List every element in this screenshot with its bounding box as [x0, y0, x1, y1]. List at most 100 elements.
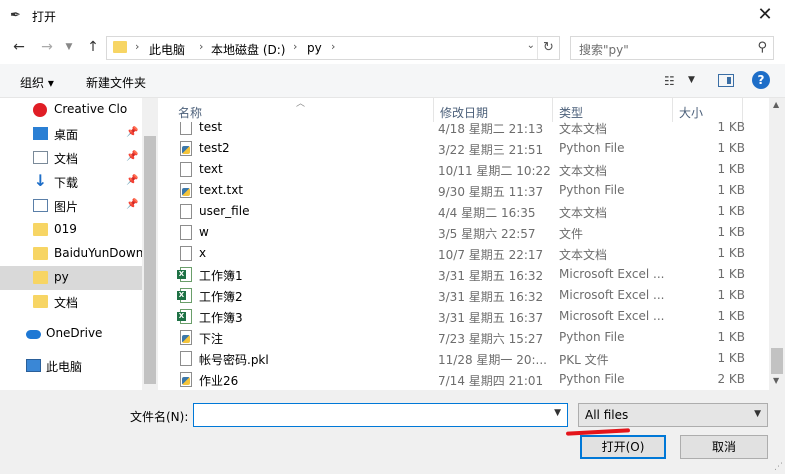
file-type: 文件: [559, 227, 584, 241]
table-row[interactable]: w 3/5 星期六 22:57 文件 1 KB: [158, 222, 769, 243]
address-bar[interactable]: › 此电脑 › 本地磁盘 (D:) › py › ⌄ ↻: [106, 36, 560, 60]
sidebar-item-label: 文档: [54, 152, 79, 166]
navigation-bar: ← → ▼ ↑ › 此电脑 › 本地磁盘 (D:) › py › ⌄ ↻ 搜索"…: [0, 32, 785, 64]
up-arrow-icon[interactable]: ↑: [84, 38, 102, 56]
scroll-down-icon[interactable]: ▼: [773, 376, 779, 385]
view-options-chevron-icon[interactable]: ▼: [688, 75, 695, 85]
breadcrumb-separator-icon[interactable]: ›: [293, 40, 297, 53]
column-header-type[interactable]: 类型: [553, 98, 673, 122]
close-button[interactable]: ✕: [745, 0, 785, 32]
navigation-pane: Creative Clo 桌面 📌 文档 📌 ↓ 下载 📌 图片 📌 019 B…: [0, 98, 158, 390]
sidebar-item-creative-cloud[interactable]: Creative Clo: [0, 98, 142, 122]
file-type: 文本文档: [559, 122, 608, 136]
back-arrow-icon[interactable]: ←: [10, 38, 28, 56]
file-date: 4/4 星期二 16:35: [438, 206, 536, 220]
file-type: Python File: [559, 183, 625, 197]
scrollbar-thumb[interactable]: [144, 136, 156, 384]
download-icon: ↓: [33, 171, 48, 190]
filename-input[interactable]: [198, 406, 543, 424]
table-row[interactable]: test2 3/22 星期三 21:51 Python File 1 KB: [158, 138, 769, 159]
organize-menu-button[interactable]: 组织 ▾: [20, 74, 54, 91]
sidebar-item-py[interactable]: py: [0, 266, 142, 290]
file-list-scrollbar[interactable]: ▲ ▼: [769, 98, 785, 390]
chevron-down-icon[interactable]: ▼: [554, 408, 561, 418]
new-folder-button[interactable]: 新建文件夹: [86, 74, 146, 91]
column-header-name[interactable]: 名称: [172, 98, 434, 122]
file-type: Python File: [559, 372, 625, 386]
file-size: 1 KB: [717, 309, 745, 323]
file-size: 1 KB: [717, 162, 745, 176]
table-row[interactable]: 工作簿3 3/31 星期五 16:37 Microsoft Excel ... …: [158, 306, 769, 327]
column-header-date[interactable]: 修改日期: [434, 98, 553, 122]
address-dropdown-chevron-icon[interactable]: ⌄: [527, 40, 535, 51]
scrollbar-thumb[interactable]: [771, 348, 783, 374]
preview-pane-icon[interactable]: [718, 74, 734, 87]
breadcrumb-separator-icon[interactable]: ›: [199, 40, 203, 53]
pin-icon: 📌: [126, 127, 139, 138]
search-placeholder[interactable]: 搜索"py": [579, 41, 629, 58]
filename-combobox[interactable]: ▼: [193, 403, 568, 427]
generic-file-icon: [180, 225, 192, 240]
table-row[interactable]: 作业26 7/14 星期四 21:01 Python File 2 KB: [158, 369, 769, 390]
sidebar-item-label: OneDrive: [46, 326, 103, 340]
refresh-icon[interactable]: ↻: [537, 37, 559, 59]
breadcrumb-separator-icon[interactable]: ›: [331, 40, 335, 53]
cancel-button[interactable]: 取消: [680, 435, 768, 459]
file-list: ︿ 名称 修改日期 类型 大小 test 4/18 星期二 21:13 文本文档…: [158, 98, 785, 390]
recent-locations-chevron-icon[interactable]: ▼: [60, 38, 78, 56]
file-type-filter-value: All files: [585, 408, 629, 422]
forward-arrow-icon[interactable]: →: [38, 38, 56, 56]
view-details-icon[interactable]: ☷: [664, 74, 675, 88]
table-row[interactable]: test 4/18 星期二 21:13 文本文档 1 KB: [158, 122, 769, 138]
sidebar-item-baiduyundown[interactable]: BaiduYunDown: [0, 242, 144, 266]
file-size: 1 KB: [717, 204, 745, 218]
file-date: 3/22 星期三 21:51: [438, 143, 544, 157]
breadcrumb-py[interactable]: py: [307, 41, 322, 55]
search-box[interactable]: 搜索"py" ⚲: [570, 36, 774, 60]
breadcrumb-this-pc[interactable]: 此电脑: [149, 41, 185, 58]
sidebar-item-onedrive[interactable]: OneDrive: [0, 322, 142, 346]
table-row[interactable]: text 10/11 星期二 10:22 文本文档 1 KB: [158, 159, 769, 180]
table-row[interactable]: x 10/7 星期五 22:17 文本文档 1 KB: [158, 243, 769, 264]
sidebar-item-documents[interactable]: 文档 📌: [0, 146, 142, 170]
breadcrumb-drive-d[interactable]: 本地磁盘 (D:): [211, 41, 285, 58]
table-row[interactable]: user_file 4/4 星期二 16:35 文本文档 1 KB: [158, 201, 769, 222]
file-name: 工作簿3: [199, 311, 243, 325]
sidebar-item-label: 下载: [54, 176, 79, 190]
table-row[interactable]: text.txt 9/30 星期五 11:37 Python File 1 KB: [158, 180, 769, 201]
folder-icon: [33, 271, 48, 284]
file-name: 帐号密码.pkl: [199, 353, 269, 367]
sidebar-item-this-pc[interactable]: 此电脑: [0, 354, 142, 378]
text-file-icon: [180, 204, 192, 219]
sidebar-item-downloads[interactable]: ↓ 下载 📌: [0, 170, 142, 194]
table-row[interactable]: 下注 7/23 星期六 15:27 Python File 1 KB: [158, 327, 769, 348]
python-file-icon: [180, 330, 192, 345]
search-icon[interactable]: ⚲: [757, 40, 767, 55]
chevron-down-icon[interactable]: ▼: [754, 409, 761, 419]
open-button[interactable]: 打开(O): [580, 435, 666, 459]
sidebar-item-desktop[interactable]: 桌面 📌: [0, 122, 142, 146]
window-title: 打开: [32, 10, 57, 24]
sidebar-item-label: Creative Clo: [54, 102, 128, 116]
file-name: w: [199, 225, 209, 239]
table-row[interactable]: 工作簿2 3/31 星期五 16:32 Microsoft Excel ... …: [158, 285, 769, 306]
sidebar-item-label: py: [54, 270, 69, 284]
sidebar-item-pictures[interactable]: 图片 📌: [0, 194, 142, 218]
file-name: 工作簿1: [199, 269, 243, 283]
sidebar-scrollbar[interactable]: [142, 98, 158, 390]
file-type-filter[interactable]: All files ▼: [578, 403, 768, 427]
table-row[interactable]: 帐号密码.pkl 11/28 星期一 20:... PKL 文件 1 KB: [158, 348, 769, 369]
sidebar-item-documents-folder[interactable]: 文档: [0, 290, 142, 314]
folder-icon: [33, 223, 48, 236]
sidebar-item-label: BaiduYunDown: [54, 246, 144, 260]
sidebar-item-019[interactable]: 019: [0, 218, 142, 242]
resize-grip-icon[interactable]: ⋰: [774, 462, 783, 472]
python-file-icon: [180, 372, 192, 387]
table-row[interactable]: 工作簿1 3/31 星期五 16:32 Microsoft Excel ... …: [158, 264, 769, 285]
help-icon[interactable]: ?: [752, 71, 770, 89]
scroll-up-icon[interactable]: ▲: [773, 100, 779, 109]
column-header-size[interactable]: 大小: [673, 98, 743, 122]
documents-icon: [33, 151, 48, 164]
excel-file-icon: [177, 288, 192, 303]
file-type: Python File: [559, 330, 625, 344]
